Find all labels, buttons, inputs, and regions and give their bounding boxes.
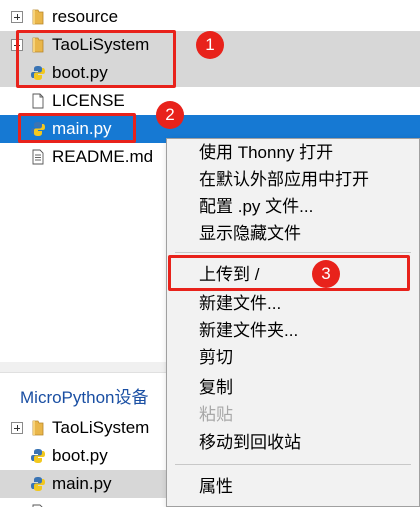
tree-item-label: boot.py [52, 446, 108, 465]
menu-item-label: 在默认外部应用中打开 [199, 170, 369, 189]
tree-item-label: TaoLiSystem [52, 418, 150, 437]
menu-item-label: 属性 [199, 477, 233, 496]
menu-item-configure-py[interactable]: 配置 .py 文件... [167, 193, 419, 221]
annotation-box-3 [168, 255, 410, 291]
menu-item-paste: 粘贴 [167, 401, 419, 429]
menu-item-label: 新建文件夹... [199, 321, 299, 340]
folder-icon [32, 420, 44, 436]
menu-item-new-file[interactable]: 新建文件... [167, 290, 419, 318]
menu-item-open-thonny[interactable]: 使用 Thonny 打开 [167, 139, 419, 167]
menu-item-label: 新建文件... [199, 294, 282, 313]
menu-item-open-default[interactable]: 在默认外部应用中打开 [167, 166, 419, 194]
menu-item-cut[interactable]: 剪切 [167, 344, 419, 372]
tree-item-label: LICENSE [52, 91, 125, 110]
menu-item-copy[interactable]: 复制 [167, 374, 419, 402]
expand-plus-icon[interactable] [11, 11, 23, 23]
device-panel-title: MicroPython设备 [20, 388, 149, 407]
annotation-badge-3: 3 [312, 260, 340, 288]
file-icon [32, 93, 44, 109]
folder-icon [32, 9, 44, 25]
annotation-box-2 [18, 113, 136, 143]
menu-item-show-hidden[interactable]: 显示隐藏文件 [167, 220, 419, 248]
python-file-icon [31, 449, 45, 463]
annotation-box-1 [16, 30, 176, 88]
menu-separator [175, 464, 411, 465]
tree-item-label: resource [52, 7, 119, 26]
context-menu: 使用 Thonny 打开 在默认外部应用中打开 配置 .py 文件... 显示隐… [166, 138, 420, 507]
tree-item-label: README.md [52, 147, 154, 166]
python-file-icon [31, 477, 45, 491]
annotation-badge-2: 2 [156, 101, 184, 129]
menu-item-new-folder[interactable]: 新建文件夹... [167, 317, 419, 345]
menu-item-label: 复制 [199, 378, 233, 397]
menu-item-label: 粘贴 [199, 405, 233, 424]
menu-item-label: 移动到回收站 [199, 433, 301, 452]
document-file-icon [32, 149, 44, 165]
menu-separator [175, 252, 411, 253]
menu-item-move-to-trash[interactable]: 移动到回收站 [167, 429, 419, 457]
tree-row-license[interactable]: LICENSE [0, 87, 420, 115]
menu-item-properties[interactable]: 属性 [167, 473, 419, 501]
tree-row-resource[interactable]: resource [0, 3, 420, 31]
annotation-badge-1: 1 [196, 31, 224, 59]
expand-plus-icon[interactable] [11, 422, 23, 434]
menu-item-label: 配置 .py 文件... [199, 197, 314, 216]
tree-item-label: main.py [52, 474, 112, 493]
menu-item-label: 剪切 [199, 348, 233, 367]
menu-item-label: 使用 Thonny 打开 [199, 143, 334, 162]
menu-item-label: 显示隐藏文件 [199, 224, 301, 243]
